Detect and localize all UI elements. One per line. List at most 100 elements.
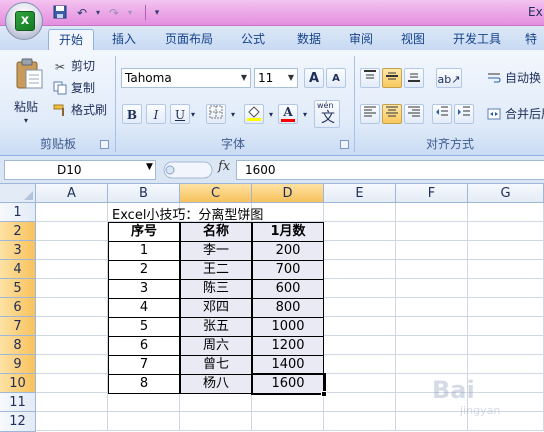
sheet-title-cell[interactable]: Excel小技巧：分离型饼图 [112,204,263,223]
cell-e1[interactable] [324,203,396,222]
cell-g8[interactable] [468,336,544,355]
cut-button[interactable]: ✂ 剪切 [52,56,95,76]
row-header-8[interactable]: 8 [0,336,36,355]
save-icon[interactable] [52,5,68,21]
cell-a11[interactable] [36,393,108,412]
table-cell[interactable]: 陈三 [180,279,252,299]
cell-b11[interactable] [108,393,180,412]
cell-a2[interactable] [36,222,108,241]
cell-a8[interactable] [36,336,108,355]
name-box-dropdown-icon[interactable]: ▼ [146,162,153,172]
cell-f2[interactable] [396,222,468,241]
phonetic-button[interactable]: wén 文 [314,100,340,128]
table-cell[interactable]: 7 [108,355,180,375]
tab-more[interactable]: 特 [518,29,544,50]
cell-g1[interactable] [468,203,544,222]
row-header-7[interactable]: 7 [0,317,36,336]
borders-dropdown-icon[interactable]: ▾ [228,104,238,124]
font-size-select[interactable]: 11 ▼ [254,68,298,88]
cell-e11[interactable] [324,393,396,412]
fill-color-dropdown-icon[interactable]: ▾ [266,104,276,124]
formula-input[interactable]: 1600 [236,160,544,180]
align-center-button[interactable] [382,104,402,124]
row-header-12[interactable]: 12 [0,412,36,432]
clipboard-launcher-icon[interactable] [100,140,109,149]
format-painter-button[interactable]: 格式刷 [52,100,107,120]
cell-e9[interactable] [324,355,396,374]
grow-font-button[interactable]: A [304,68,324,88]
cell-f4[interactable] [396,260,468,279]
cell-f8[interactable] [396,336,468,355]
undo-icon[interactable]: ↶ [74,5,90,21]
cell-g2[interactable] [468,222,544,241]
align-middle-button[interactable] [382,68,402,88]
decrease-indent-button[interactable] [432,104,452,124]
cell-a4[interactable] [36,260,108,279]
wrap-text-button[interactable]: 自动换 [486,68,541,88]
borders-button[interactable] [206,104,226,124]
font-launcher-icon[interactable] [340,140,349,149]
row-header-1[interactable]: 1 [0,203,36,222]
cell-g5[interactable] [468,279,544,298]
cell-b12[interactable] [108,412,180,431]
font-color-button[interactable]: A [278,104,298,124]
cell-a3[interactable] [36,241,108,260]
cell-e4[interactable] [324,260,396,279]
cell-d11[interactable] [252,393,324,412]
cell-g7[interactable] [468,317,544,336]
fill-handle[interactable] [321,391,327,397]
name-box[interactable]: D10 [4,160,156,180]
tab-developer[interactable]: 开发工具 [446,29,508,50]
column-header-a[interactable]: A [36,184,108,203]
tab-formulas[interactable]: 公式 [230,29,276,50]
undo-dropdown-icon[interactable]: ▾ [90,5,106,21]
redo-dropdown-icon[interactable]: ▾ [122,5,138,21]
insert-function-icon[interactable]: fx [218,159,230,174]
redo-icon[interactable]: ↷ [106,5,122,21]
row-header-3[interactable]: 3 [0,241,36,260]
cell-a6[interactable] [36,298,108,317]
font-name-select[interactable]: Tahoma ▼ [121,68,251,88]
table-header-cell[interactable]: 名称 [180,222,252,242]
align-top-button[interactable] [360,68,380,88]
tab-page-layout[interactable]: 页面布局 [158,29,220,50]
cell-e2[interactable] [324,222,396,241]
cell-e6[interactable] [324,298,396,317]
copy-button[interactable]: 复制 [52,78,95,98]
table-cell[interactable]: 800 [252,298,324,318]
row-header-10[interactable]: 10 [0,374,36,393]
paste-button[interactable]: 粘贴 ▾ [8,56,48,125]
shrink-font-button[interactable]: A [326,68,346,88]
table-cell[interactable]: 1400 [252,355,324,375]
cell-a12[interactable] [36,412,108,431]
table-cell[interactable]: 王二 [180,260,252,280]
fill-color-button[interactable] [244,104,264,124]
column-header-b[interactable]: B [108,184,180,203]
table-cell[interactable]: 杨八 [180,374,252,394]
cell-f5[interactable] [396,279,468,298]
cell-e12[interactable] [324,412,396,431]
table-cell[interactable]: 2 [108,260,180,280]
orientation-button[interactable]: ab↗ [436,68,462,88]
tab-insert[interactable]: 插入 [102,29,146,50]
increase-indent-button[interactable] [454,104,474,124]
table-cell[interactable]: 4 [108,298,180,318]
table-cell[interactable]: 曾七 [180,355,252,375]
align-right-button[interactable] [404,104,424,124]
cell-a1[interactable] [36,203,108,222]
table-header-cell[interactable]: 序号 [108,222,180,242]
row-header-11[interactable]: 11 [0,393,36,412]
cell-f7[interactable] [396,317,468,336]
table-cell[interactable]: 3 [108,279,180,299]
row-header-9[interactable]: 9 [0,355,36,374]
align-bottom-button[interactable] [404,68,424,88]
font-color-dropdown-icon[interactable]: ▾ [300,104,310,124]
cell-e3[interactable] [324,241,396,260]
cell-a5[interactable] [36,279,108,298]
tab-view[interactable]: 视图 [390,29,436,50]
table-cell[interactable]: 1000 [252,317,324,337]
column-header-f[interactable]: F [396,184,468,203]
row-header-5[interactable]: 5 [0,279,36,298]
underline-button[interactable]: U [170,104,190,124]
table-cell[interactable]: 周六 [180,336,252,356]
